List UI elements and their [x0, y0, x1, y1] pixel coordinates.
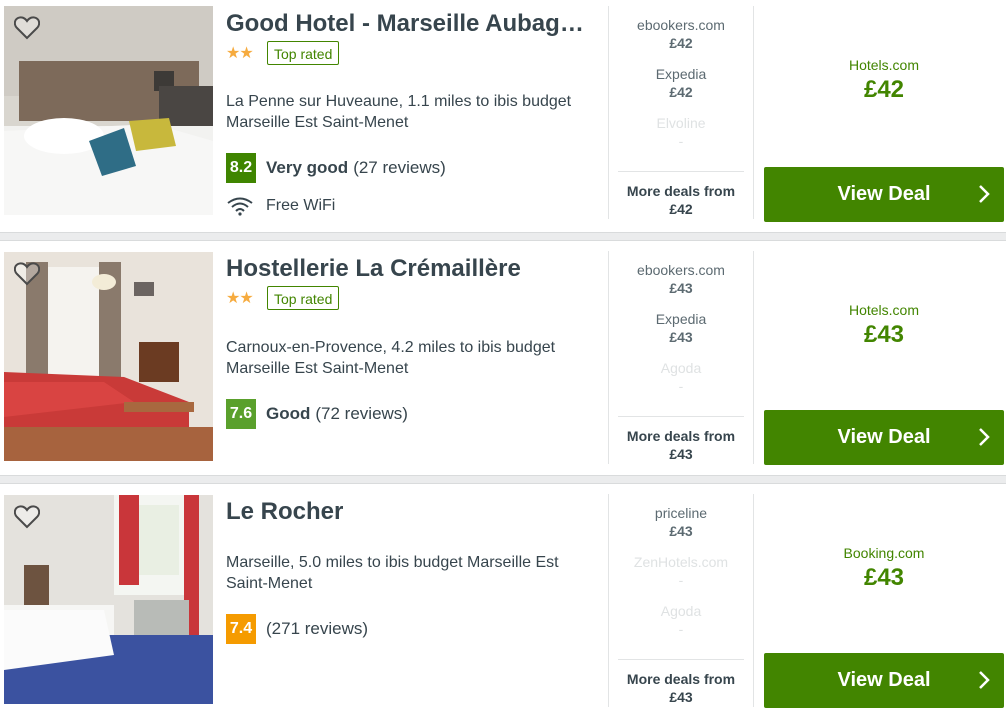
divider: [608, 251, 609, 464]
rating-score: 7.6: [226, 399, 256, 429]
review-count[interactable]: (271 reviews): [266, 619, 368, 639]
rating-label: Very good: [266, 158, 349, 177]
more-deals-link[interactable]: More deals from £43: [618, 416, 744, 463]
main-deal[interactable]: Hotels.com £43: [764, 301, 1004, 351]
partner-price: £42: [669, 84, 693, 100]
hotel-card[interactable]: Hostellerie La Crémaillère ★★ Top rated …: [0, 251, 1006, 473]
main-price: £43: [863, 564, 905, 591]
view-deal-button[interactable]: View Deal: [764, 410, 1004, 465]
more-deals-link[interactable]: More deals from £43: [618, 659, 744, 706]
more-deals-label: More deals from: [626, 428, 736, 444]
partner-price: £43: [669, 523, 693, 539]
main-provider: Booking.com: [843, 545, 925, 561]
hotel-name[interactable]: Hostellerie La Crémaillère: [226, 253, 596, 285]
partner-name: Elvoline: [656, 115, 706, 131]
rating-label: Good: [266, 404, 311, 423]
partner-deals: ebookers.com £43 Expedia £43 Agoda -: [618, 261, 744, 408]
review-count[interactable]: (27 reviews): [353, 158, 446, 178]
more-deals-label: More deals from: [626, 671, 736, 687]
heart-icon[interactable]: [14, 262, 40, 286]
rating-score: 8.2: [226, 153, 256, 183]
rating-row: 7.6 Good (72 reviews): [226, 399, 408, 429]
partner-deal[interactable]: ebookers.com £42: [618, 16, 744, 65]
divider: [608, 6, 609, 219]
rating-row: 7.4 (271 reviews): [226, 614, 368, 644]
hotel-results-list: Good Hotel - Marseille Aubagne... ★★ Top…: [0, 0, 1006, 714]
chevron-right-icon: [979, 428, 990, 446]
main-price: £43: [863, 321, 905, 348]
more-deals-link[interactable]: More deals from £42: [618, 171, 744, 218]
hotel-photo[interactable]: [4, 495, 213, 704]
main-deal[interactable]: Hotels.com £42: [764, 56, 1004, 106]
partner-deal[interactable]: ebookers.com £43: [618, 261, 744, 310]
hotel-photo[interactable]: [4, 252, 213, 461]
main-provider: Hotels.com: [848, 57, 920, 73]
star-rating: ★★: [226, 290, 254, 307]
partner-name: priceline: [654, 505, 708, 521]
partner-deals: priceline £43 ZenHotels.com - Agoda -: [618, 504, 744, 651]
partner-name: Expedia: [655, 66, 707, 82]
hotel-location: La Penne sur Huveaune, 1.1 miles to ibis…: [226, 93, 572, 131]
hotel-photo[interactable]: [4, 6, 213, 215]
partner-price: -: [678, 133, 684, 149]
review-count[interactable]: (72 reviews): [315, 404, 408, 424]
more-deals-price: £42: [669, 201, 693, 217]
top-rated-badge: Top rated: [267, 41, 340, 65]
partner-price: £43: [669, 329, 693, 345]
partner-deal[interactable]: Expedia £43: [618, 310, 744, 359]
divider: [608, 494, 609, 707]
partner-name: Agoda: [660, 603, 702, 619]
partner-name: ebookers.com: [637, 262, 725, 278]
wifi-icon: [227, 197, 253, 216]
heart-icon[interactable]: [14, 16, 40, 40]
divider: [753, 251, 754, 464]
hotel-name[interactable]: Good Hotel - Marseille Aubagne...: [226, 8, 596, 40]
heart-icon[interactable]: [14, 505, 40, 529]
view-deal-label: View Deal: [837, 426, 931, 448]
partner-deal: Elvoline -: [618, 114, 744, 163]
hotel-card[interactable]: Le Rocher Marseille, 5.0 miles to ibis b…: [0, 494, 1006, 714]
main-deal[interactable]: Booking.com £43: [764, 544, 1004, 594]
divider: [753, 6, 754, 219]
chevron-right-icon: [979, 671, 990, 689]
view-deal-label: View Deal: [837, 183, 931, 205]
partner-deal: Agoda -: [618, 602, 744, 651]
amenity-row: Free WiFi: [226, 196, 335, 216]
hotel-name[interactable]: Le Rocher: [226, 496, 596, 528]
partner-price: -: [678, 378, 684, 394]
more-deals-price: £43: [669, 689, 693, 705]
partner-price: £42: [669, 35, 693, 51]
hotel-location: Marseille, 5.0 miles to ibis budget Mars…: [226, 554, 559, 592]
star-rating: ★★: [226, 45, 254, 62]
view-deal-button[interactable]: View Deal: [764, 653, 1004, 708]
partner-name: ZenHotels.com: [633, 554, 729, 570]
partner-deals: ebookers.com £42 Expedia £42 Elvoline -: [618, 16, 744, 163]
more-deals-price: £43: [669, 446, 693, 462]
partner-price: -: [678, 621, 684, 637]
hotel-location: Carnoux-en-Provence, 4.2 miles to ibis b…: [226, 339, 556, 377]
partner-deal: ZenHotels.com -: [618, 553, 744, 602]
card-separator: [0, 475, 1006, 484]
view-deal-button[interactable]: View Deal: [764, 167, 1004, 222]
main-price: £42: [863, 76, 905, 103]
main-provider: Hotels.com: [848, 302, 920, 318]
amenity-label: Free WiFi: [266, 197, 336, 214]
top-rated-badge: Top rated: [267, 286, 340, 310]
chevron-right-icon: [979, 185, 990, 203]
partner-deal[interactable]: Expedia £42: [618, 65, 744, 114]
partner-deal[interactable]: priceline £43: [618, 504, 744, 553]
partner-deal: Agoda -: [618, 359, 744, 408]
hotel-card[interactable]: Good Hotel - Marseille Aubagne... ★★ Top…: [0, 6, 1006, 228]
rating-row: 8.2 Very good (27 reviews): [226, 153, 446, 183]
partner-price: -: [678, 572, 684, 588]
partner-price: £43: [669, 280, 693, 296]
partner-name: Expedia: [655, 311, 707, 327]
divider: [753, 494, 754, 707]
view-deal-label: View Deal: [837, 669, 931, 691]
rating-score: 7.4: [226, 614, 256, 644]
card-separator: [0, 232, 1006, 241]
more-deals-label: More deals from: [626, 183, 736, 199]
partner-name: Agoda: [660, 360, 702, 376]
partner-name: ebookers.com: [637, 17, 725, 33]
